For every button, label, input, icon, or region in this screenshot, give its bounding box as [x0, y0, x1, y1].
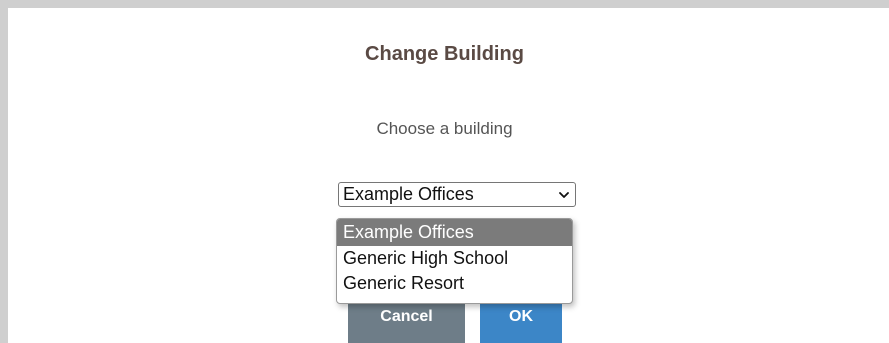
- chevron-down-icon: [559, 192, 569, 198]
- choose-building-prompt: Choose a building: [376, 119, 513, 138]
- building-dropdown-list: Example Offices Generic High School Gene…: [336, 218, 573, 304]
- option-generic-resort[interactable]: Generic Resort: [337, 271, 572, 296]
- dialog-title: Change Building: [365, 43, 524, 65]
- option-generic-high-school[interactable]: Generic High School: [337, 246, 572, 271]
- option-example-offices[interactable]: Example Offices: [337, 219, 572, 246]
- building-select[interactable]: Example Offices: [338, 182, 576, 207]
- building-select-value: Example Offices: [343, 184, 474, 204]
